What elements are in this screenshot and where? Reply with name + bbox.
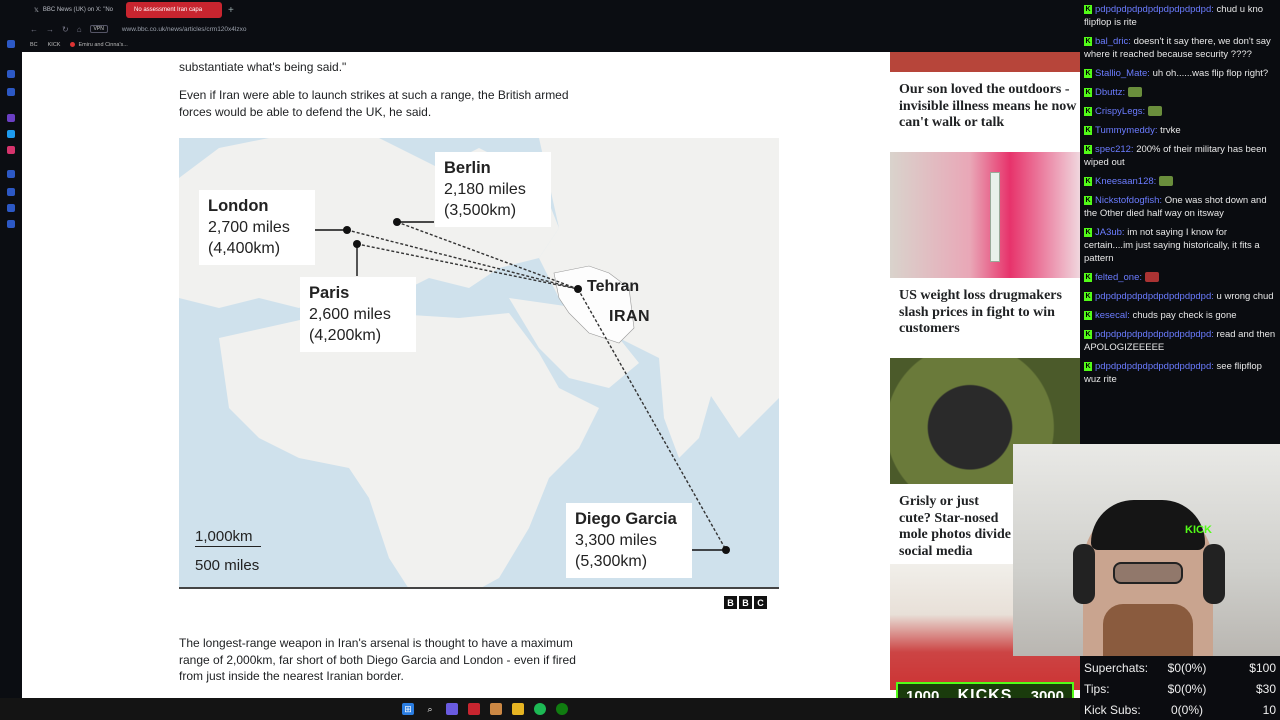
home-icon[interactable]: ⌂: [77, 25, 82, 34]
sidebar-app-icon[interactable]: [7, 88, 15, 96]
browser-icon[interactable]: [468, 703, 480, 715]
chat-message: K Tummymeddy: trvke: [1084, 125, 1181, 136]
bookmark-item[interactable]: Emiru and Cinna's...: [70, 42, 128, 48]
chat-message: Kspec212: 200% of their military has bee…: [1084, 144, 1267, 168]
vpn-badge[interactable]: VPN: [89, 25, 108, 33]
kick-badge-icon: K: [1084, 125, 1092, 135]
sidebar-app-icon[interactable]: [7, 70, 15, 78]
bookmark-favicon-icon: [70, 42, 76, 48]
sidebar-app-icon[interactable]: [7, 188, 15, 196]
emote-icon: [1145, 272, 1160, 283]
chat-message: K CrispyLegs:: [1084, 105, 1276, 118]
chat-message: Kkesecal: chuds pay check is gone: [1084, 310, 1237, 321]
goal-row: Tips: $0(0%) $30: [1084, 682, 1276, 696]
new-tab-icon[interactable]: +: [228, 5, 234, 16]
chat-message: Kbal_dric: doesn't it say there, we don'…: [1084, 36, 1271, 60]
chat-message: Kfelted_one:: [1084, 271, 1276, 284]
article-page: substantiate what's being said." Even if…: [22, 52, 1080, 698]
chat-message: Kpdpdpdpdpdpdpdpdpdpdpd: chud u kno flip…: [1084, 4, 1264, 28]
discord-icon[interactable]: [446, 703, 458, 715]
stream-goals: Superchats: $0(0%) $100 Tips: $0(0%) $30 Kic…: [1080, 656, 1280, 720]
sidebar-app-icon[interactable]: [7, 130, 15, 138]
sidebar-app-icon[interactable]: [7, 146, 15, 154]
spotify-icon[interactable]: [534, 703, 546, 715]
kick-badge-icon: K: [1084, 106, 1092, 116]
kick-badge-icon: K: [1084, 361, 1092, 371]
tab-bbc-article[interactable]: No assessment Iran capa: [126, 2, 222, 18]
kick-badge-icon: K: [1084, 291, 1092, 301]
map-label-tehran: Tehran: [587, 278, 640, 295]
webcam-cap-text: KICK: [1185, 524, 1212, 536]
article-thumbnail: [890, 52, 1080, 72]
kick-badge-icon: K: [1084, 227, 1092, 237]
browser-sidebar: [0, 20, 22, 698]
chat-message: Kpdpdpdpdpdpdpdpdpdpdpd: u wrong chud: [1084, 291, 1274, 302]
emote-icon: [1159, 176, 1174, 187]
kick-badge-icon: K: [1084, 4, 1092, 14]
windows-taskbar: ⊞ ⌕: [0, 698, 1080, 720]
article-paragraph: The longest-range weapon in Iran's arsen…: [179, 636, 576, 683]
xbox-icon[interactable]: [556, 703, 568, 715]
browser-tab-bar: 𝕏 BBC News (UK) on X: "No No assessment I…: [0, 0, 1080, 20]
map-label-berlin: Berlin 2,180 miles (3,500km): [435, 152, 551, 227]
map-label-diego-garcia: Diego Garcia 3,300 miles (5,300km): [566, 503, 692, 578]
streamer-webcam: KICK: [1013, 444, 1280, 656]
goal-row: Kick Subs: 0(0%) 10: [1084, 703, 1276, 717]
chat-message: K Dbuttz:: [1084, 86, 1276, 99]
emote-icon: [1128, 87, 1143, 98]
bookmark-item[interactable]: KICK: [48, 42, 61, 48]
windows-start-icon[interactable]: ⊞: [402, 703, 414, 715]
stream-chat: Kpdpdpdpdpdpdpdpdpdpdpd: chud u kno flip…: [1080, 0, 1280, 445]
address-bar: ← → ↻ ⌂ VPN www.bbc.co.uk/news/articles/…: [22, 20, 1080, 38]
chat-message: K Stallio_Mate: uh oh......was flip flop …: [1084, 68, 1269, 79]
chat-message: Kpdpdpdpdpdpdpdpdpdpdpd: see flipflop wu…: [1084, 361, 1262, 385]
sidebar-app-icon[interactable]: [7, 40, 15, 48]
tab-bbc-x[interactable]: 𝕏 BBC News (UK) on X: "No: [26, 2, 122, 18]
bookmark-item[interactable]: BC: [30, 42, 38, 48]
sidebar-article[interactable]: US weight loss drugmakers slash prices i…: [890, 152, 1080, 338]
chat-message: Kpdpdpdpdpdpdpdpdpdpdpd: read and then A…: [1084, 329, 1276, 353]
map-label-paris: Paris 2,600 miles (4,200km): [300, 277, 416, 352]
kick-badge-icon: K: [1084, 36, 1092, 46]
article-paragraph: Even if Iran were able to launch strikes…: [179, 88, 569, 119]
chat-message: K Nickstofdogfish: One was shot down and …: [1084, 195, 1267, 219]
folder-icon[interactable]: [512, 703, 524, 715]
map-label-london: London 2,700 miles (4,400km): [199, 190, 315, 265]
sidebar-app-icon[interactable]: [7, 170, 15, 178]
sidebar-app-icon[interactable]: [7, 204, 15, 212]
goal-row: Superchats: $0(0%) $100: [1084, 661, 1276, 675]
map-scale: 1,000km 500 miles: [195, 528, 261, 574]
kick-badge-icon: K: [1084, 87, 1092, 97]
article-thumbnail: [890, 152, 1080, 278]
article-quote: substantiate what's being said.": [179, 60, 347, 74]
kick-badge-icon: K: [1084, 176, 1092, 186]
kick-badge-icon: K: [1084, 144, 1092, 154]
sidebar-article[interactable]: Our son loved the outdoors - invisible i…: [890, 52, 1080, 132]
search-icon[interactable]: ⌕: [424, 703, 436, 715]
sidebar-app-icon[interactable]: [7, 220, 15, 228]
kick-badge-icon: K: [1084, 68, 1092, 78]
kick-badge-icon: K: [1084, 272, 1092, 282]
bookmarks-bar: BC KICK Emiru and Cinna's...: [22, 38, 1080, 52]
chrome-icon[interactable]: [490, 703, 502, 715]
range-map: London 2,700 miles (4,400km) Berlin 2,18…: [179, 138, 779, 589]
map-label-iran: IRAN: [609, 308, 651, 325]
chat-message: K JA3ub: im not saying I know for certain…: [1084, 227, 1260, 264]
x-logo-icon: 𝕏: [34, 7, 39, 14]
kick-badge-icon: K: [1084, 310, 1092, 320]
forward-icon[interactable]: →: [46, 25, 54, 34]
kick-badge-icon: K: [1084, 195, 1092, 205]
url-field[interactable]: www.bbc.co.uk/news/articles/crm120x4lzxo: [122, 26, 247, 33]
reload-icon[interactable]: ↻: [62, 25, 69, 34]
chat-message: K Kneesaan128:: [1084, 175, 1276, 188]
bbc-logo: B B C: [724, 596, 767, 609]
back-icon[interactable]: ←: [30, 25, 38, 34]
kick-badge-icon: K: [1084, 329, 1092, 339]
emote-icon: [1148, 106, 1163, 117]
sidebar-app-icon[interactable]: [7, 114, 15, 122]
